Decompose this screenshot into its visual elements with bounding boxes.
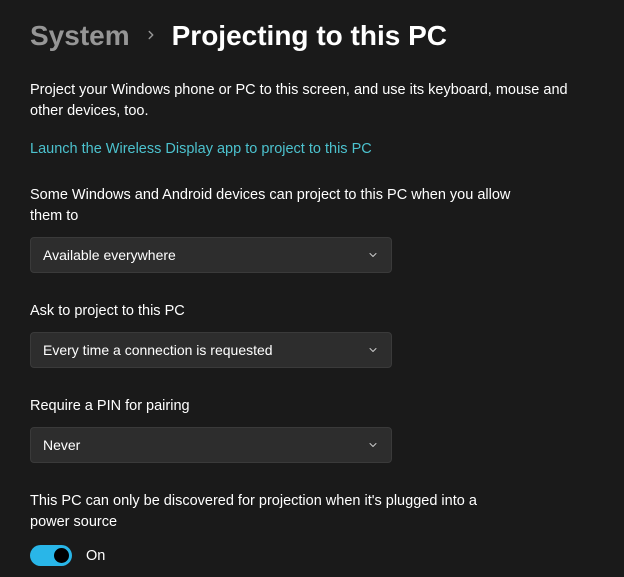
chevron-down-icon <box>367 249 379 261</box>
chevron-right-icon <box>144 26 158 47</box>
setting-allow-projection: Some Windows and Android devices can pro… <box>30 185 594 273</box>
breadcrumb-parent[interactable]: System <box>30 20 130 52</box>
require-pin-dropdown[interactable]: Never <box>30 427 392 463</box>
page-title: Projecting to this PC <box>172 20 447 52</box>
setting-label: This PC can only be discovered for proje… <box>30 491 520 533</box>
discovery-toggle[interactable] <box>30 545 72 566</box>
ask-to-project-dropdown[interactable]: Every time a connection is requested <box>30 332 392 368</box>
dropdown-value: Never <box>43 437 80 453</box>
dropdown-value: Available everywhere <box>43 247 176 263</box>
chevron-down-icon <box>367 439 379 451</box>
dropdown-value: Every time a connection is requested <box>43 342 273 358</box>
setting-discovery: This PC can only be discovered for proje… <box>30 491 594 566</box>
setting-label: Require a PIN for pairing <box>30 396 520 417</box>
page-description: Project your Windows phone or PC to this… <box>30 80 590 122</box>
setting-label: Ask to project to this PC <box>30 301 520 322</box>
launch-wireless-display-link[interactable]: Launch the Wireless Display app to proje… <box>30 141 372 157</box>
chevron-down-icon <box>367 344 379 356</box>
toggle-row: On <box>30 545 594 566</box>
setting-ask-to-project: Ask to project to this PC Every time a c… <box>30 301 594 368</box>
toggle-state-label: On <box>86 548 105 564</box>
breadcrumb: System Projecting to this PC <box>30 20 594 52</box>
toggle-knob <box>54 548 69 563</box>
setting-label: Some Windows and Android devices can pro… <box>30 185 520 227</box>
setting-require-pin: Require a PIN for pairing Never <box>30 396 594 463</box>
allow-projection-dropdown[interactable]: Available everywhere <box>30 237 392 273</box>
